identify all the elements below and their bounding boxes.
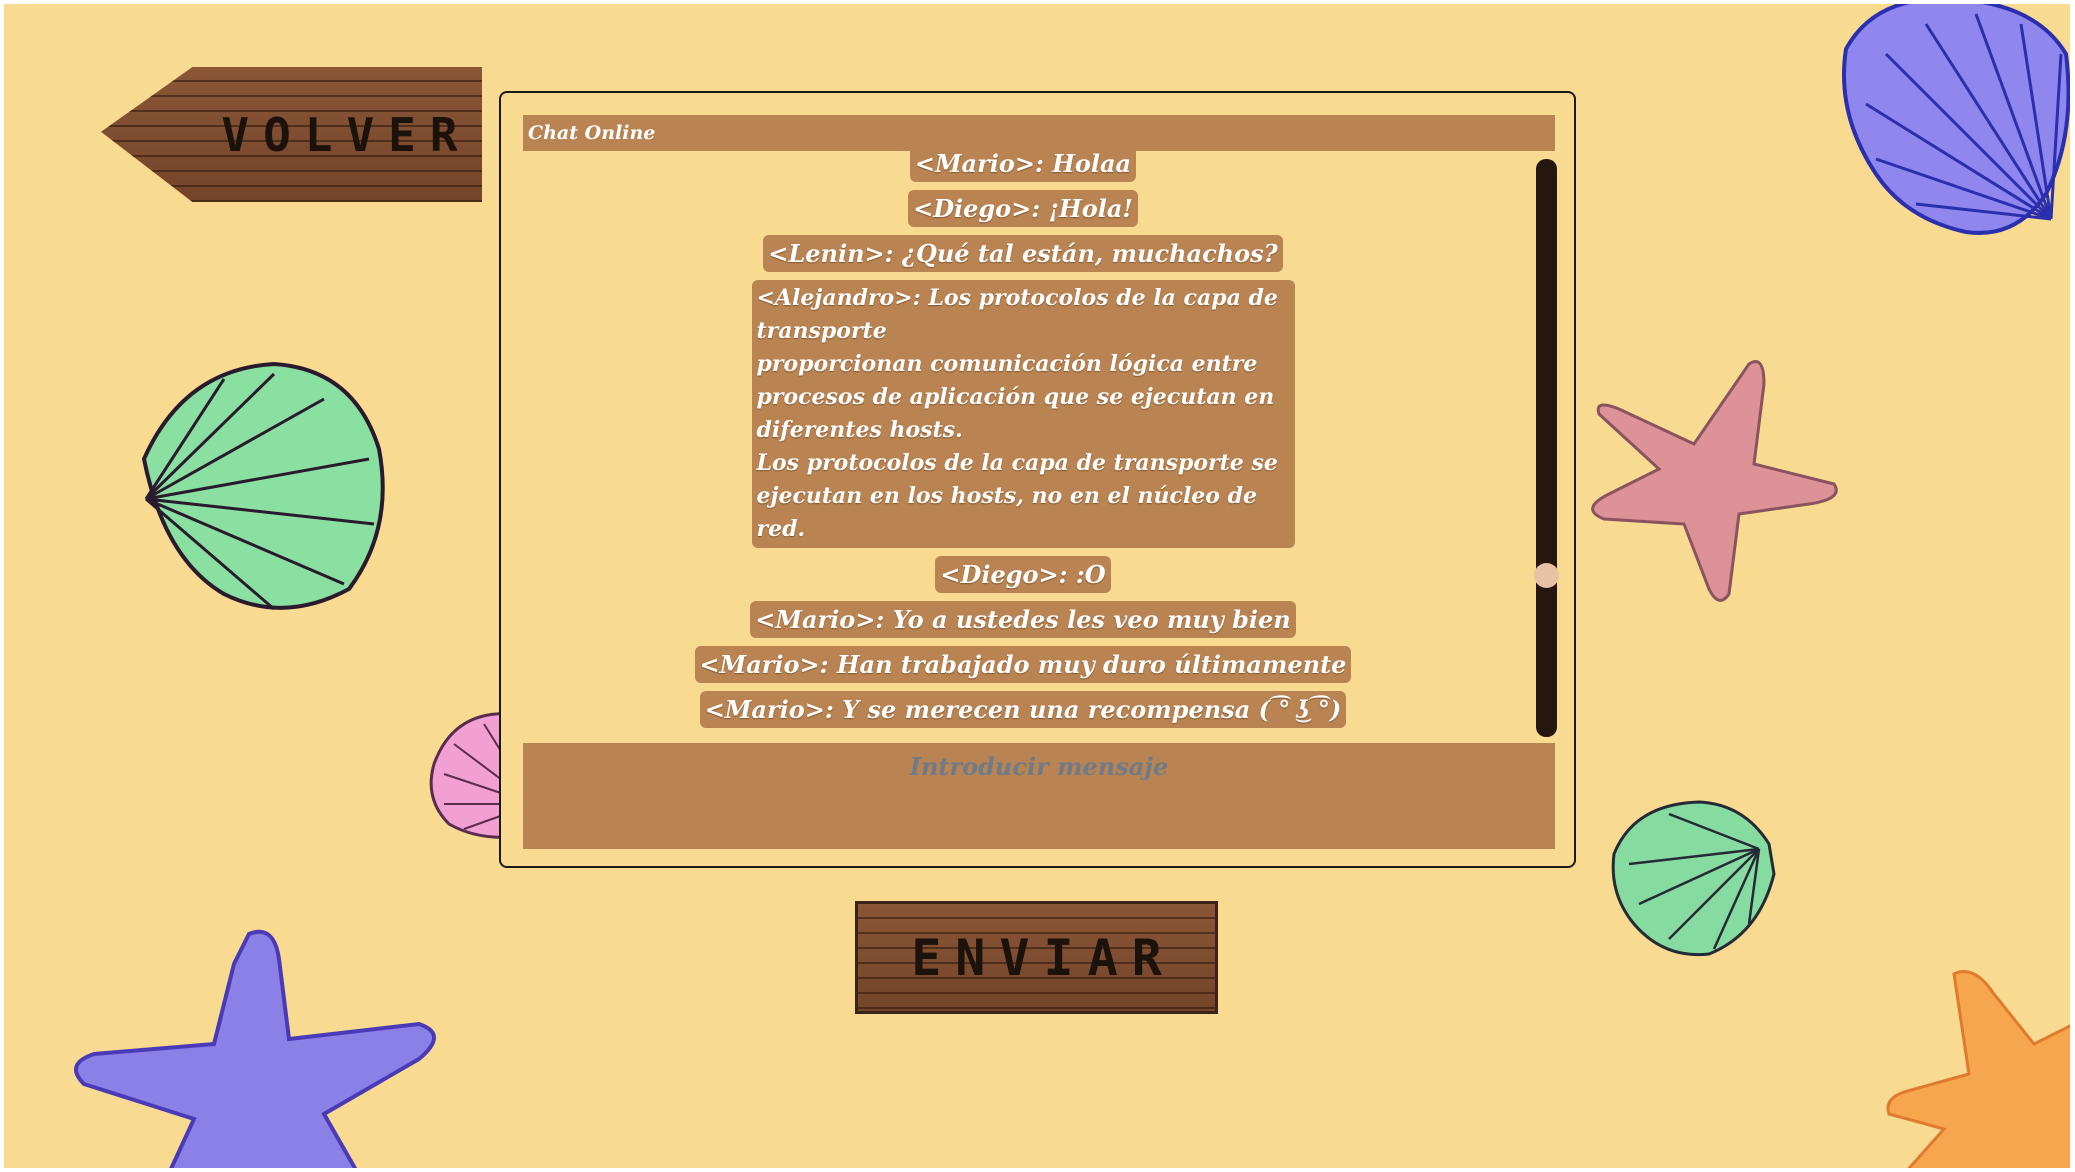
chat-message: <Diego>: :O (935, 556, 1111, 593)
chat-header: Chat Online (523, 115, 1555, 151)
chat-message: <Alejandro>: Los protocolos de la capa d… (751, 280, 1295, 548)
game-screen: VOLVER Chat Online <Mario>: Holaa <Diego… (4, 4, 2070, 1168)
scrollbar-track[interactable] (1536, 159, 1557, 737)
chat-message: <Mario>: Han trabajado muy duro últimame… (694, 646, 1352, 683)
chat-message: <Mario>: Holaa (909, 151, 1137, 182)
message-input[interactable] (523, 743, 1555, 849)
green-shell-icon (1611, 800, 1776, 957)
pink-starfish-icon (1591, 360, 1838, 602)
send-button[interactable]: ENVIAR (855, 901, 1218, 1014)
green-shell-icon (141, 361, 385, 611)
blue-shell-icon (1842, 4, 2070, 235)
back-button[interactable]: VOLVER (101, 67, 482, 202)
purple-starfish-icon (74, 929, 436, 1168)
chat-panel: Chat Online <Mario>: Holaa <Diego>: ¡Hol… (499, 91, 1576, 868)
scrollbar-thumb[interactable] (1534, 562, 1559, 588)
back-button-label: VOLVER (221, 107, 472, 162)
chat-message: <Mario>: Y se merecen una recompensa ( ͡… (699, 691, 1347, 728)
message-list[interactable]: <Mario>: Holaa <Diego>: ¡Hola! <Lenin>: … (523, 151, 1523, 736)
orange-starfish-icon (1886, 970, 2070, 1168)
chat-message: <Diego>: ¡Hola! (908, 190, 1138, 227)
send-button-label: ENVIAR (911, 928, 1176, 987)
chat-message: <Mario>: Yo a ustedes les veo muy bien (750, 601, 1296, 638)
chat-message: <Lenin>: ¿Qué tal están, muchachos? (763, 235, 1283, 272)
